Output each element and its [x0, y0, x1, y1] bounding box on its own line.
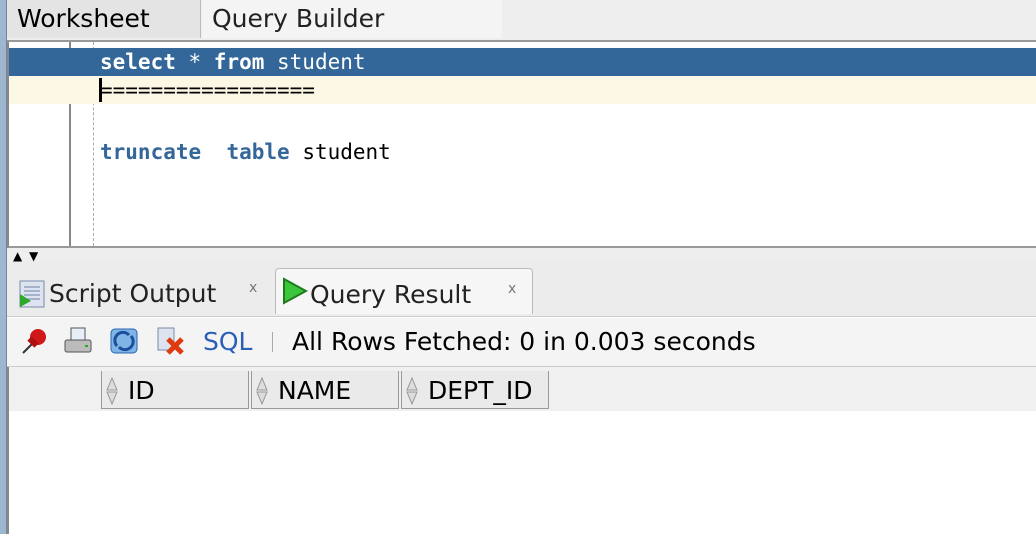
collapse-up-icon[interactable]: ▲: [13, 250, 22, 262]
editor-line-current[interactable]: =================: [9, 76, 1036, 104]
editor-line[interactable]: truncate table student: [9, 138, 1036, 166]
window-edge: [0, 0, 7, 534]
collapse-down-icon[interactable]: ▼: [29, 250, 38, 262]
sort-icon[interactable]: [106, 377, 118, 405]
toolbar-separator: [272, 332, 273, 352]
tab-script-output[interactable]: Script Output x: [15, 268, 265, 314]
editor-line-selected[interactable]: select * from student: [9, 48, 1036, 76]
fetch-status: All Rows Fetched: 0 in 0.003 seconds: [292, 327, 756, 356]
result-grid[interactable]: ID NAME DEPT_ID: [7, 367, 1036, 534]
result-toolbar: SQL All Rows Fetched: 0 in 0.003 seconds: [7, 318, 1036, 367]
sort-icon[interactable]: [256, 377, 268, 405]
sql-button[interactable]: SQL: [203, 326, 252, 358]
column-header-name[interactable]: NAME: [251, 371, 399, 409]
text-caret: [99, 78, 102, 102]
script-output-icon: [19, 280, 45, 308]
column-label: NAME: [278, 376, 352, 405]
code-token: *: [175, 50, 214, 74]
keyword-table: table: [226, 140, 290, 164]
print-icon[interactable]: [63, 326, 93, 356]
keyword-select: select: [100, 50, 176, 74]
refresh-icon[interactable]: [109, 326, 139, 356]
column-label: ID: [128, 376, 155, 405]
tab-query-builder[interactable]: Query Builder: [202, 0, 502, 38]
pin-icon[interactable]: [19, 326, 49, 356]
grid-header: ID NAME DEPT_ID: [9, 367, 1036, 411]
tab-label: Script Output: [49, 279, 217, 308]
code-token: student: [289, 140, 391, 164]
keyword-from: from: [213, 50, 265, 74]
column-header-dept-id[interactable]: DEPT_ID: [401, 371, 549, 409]
output-tab-bar: Script Output x Query Result x: [7, 262, 1036, 317]
close-icon[interactable]: x: [249, 262, 257, 314]
editor-tab-bar: Worksheet Query Builder: [7, 0, 1036, 42]
column-header-id[interactable]: ID: [101, 371, 249, 409]
tab-label: Query Result: [310, 280, 472, 309]
sql-editor[interactable]: select * from student ================= …: [7, 42, 1036, 248]
code-token: student: [264, 50, 366, 74]
tab-query-result[interactable]: Query Result x: [275, 268, 533, 314]
column-label: DEPT_ID: [428, 376, 533, 405]
play-icon: [283, 277, 308, 305]
tab-worksheet[interactable]: Worksheet: [7, 0, 201, 38]
sort-icon[interactable]: [406, 377, 418, 405]
keyword-truncate: truncate: [100, 140, 202, 164]
splitter[interactable]: ▲ ▼: [7, 248, 1036, 262]
delete-icon[interactable]: [155, 326, 185, 356]
close-icon[interactable]: x: [508, 263, 516, 315]
